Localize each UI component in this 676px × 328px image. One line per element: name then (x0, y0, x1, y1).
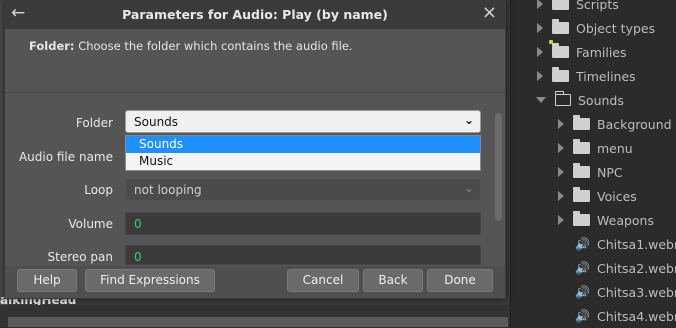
horizontal-scrollbar[interactable] (8, 317, 508, 327)
loop-label: Loop (84, 183, 113, 197)
dialog-title: Parameters for Audio: Play (by name) (122, 7, 388, 22)
parameter-description: Folder: Choose the folder which contains… (29, 39, 353, 53)
tree-item-menu[interactable]: menu (558, 136, 633, 160)
speaker-icon: 🔊 (575, 237, 590, 251)
chevron-right-icon[interactable] (558, 167, 564, 177)
folder-label: Folder (75, 116, 113, 130)
folder-dropdown-list: Sounds Music (125, 135, 481, 171)
dialog-footer: Help Find Expressions Cancel Back Done (5, 266, 505, 298)
tree-item-audio[interactable]: 🔊Chitsa4.webm (575, 304, 676, 328)
folder-icon (573, 187, 590, 202)
tree-item-audio[interactable]: 🔊Chitsa2.webm (575, 256, 676, 280)
tree-item-weapons[interactable]: Weapons (558, 208, 654, 232)
tree-item-object-types[interactable]: Object types (537, 16, 655, 40)
tree-item-background[interactable]: Background (558, 112, 672, 136)
tree-item-timelines[interactable]: Timelines (537, 64, 636, 88)
back-button[interactable]: Back (363, 269, 423, 292)
chevron-right-icon[interactable] (537, 0, 543, 9)
tree-item-voices[interactable]: Voices (558, 184, 637, 208)
folder-select[interactable]: Sounds ⌄ (125, 110, 481, 133)
tree-item-sounds[interactable]: Sounds (536, 88, 624, 112)
folder-icon (552, 19, 569, 34)
open-folder-icon (554, 90, 571, 106)
tree-item-audio[interactable]: 🔊Chitsa1.webm (575, 232, 676, 256)
dropdown-option-music[interactable]: Music (126, 153, 480, 170)
chevron-down-icon[interactable] (536, 97, 546, 103)
dialog-titlebar: ← Parameters for Audio: Play (by name) × (5, 1, 505, 29)
loop-select[interactable]: not looping ⌄ (125, 178, 481, 201)
close-icon[interactable]: × (482, 2, 497, 23)
audio-file-name-label: Audio file name (18, 150, 113, 164)
folder-icon (552, 0, 569, 10)
cancel-button[interactable]: Cancel (287, 269, 359, 292)
folder-icon (573, 139, 590, 154)
tree-item-audio[interactable]: 🔊Chitsa3.webm (575, 280, 676, 304)
speaker-icon: 🔊 (575, 309, 590, 323)
speaker-icon: 🔊 (575, 285, 590, 299)
chevron-right-icon[interactable] (558, 191, 564, 201)
chevron-down-icon: ⌄ (463, 113, 474, 127)
tree-item-families[interactable]: Families (537, 40, 627, 64)
volume-field[interactable]: 0 (125, 212, 481, 235)
tree-item-npc[interactable]: NPC (558, 160, 623, 184)
folder-icon (573, 115, 590, 130)
stereo-pan-label: Stereo pan (47, 250, 114, 264)
family-folder-icon (549, 40, 569, 58)
description-label: Folder: (29, 39, 75, 53)
chevron-right-icon[interactable] (558, 215, 564, 225)
chevron-right-icon[interactable] (537, 71, 543, 81)
project-tree: Scripts Object types Families Timelines … (510, 0, 676, 327)
done-button[interactable]: Done (427, 269, 493, 292)
speaker-icon: 🔊 (575, 261, 590, 275)
chevron-right-icon[interactable] (537, 23, 543, 33)
divider (5, 92, 505, 93)
event-sheet-bottom (0, 305, 510, 327)
stereo-pan-field[interactable]: 0 (125, 245, 481, 265)
find-expressions-button[interactable]: Find Expressions (85, 269, 215, 292)
vertical-scrollbar[interactable] (495, 113, 502, 221)
folder-icon (573, 211, 590, 226)
chevron-right-icon[interactable] (558, 143, 564, 153)
chevron-right-icon[interactable] (558, 119, 564, 129)
volume-label: Volume (68, 217, 113, 231)
tree-item-scripts[interactable]: Scripts (537, 0, 619, 16)
chevron-right-icon[interactable] (537, 47, 543, 57)
description-text: Choose the folder which contains the aud… (74, 39, 353, 53)
chevron-down-icon: ⌄ (463, 181, 474, 195)
folder-icon (552, 67, 569, 82)
folder-icon (573, 163, 590, 178)
parameters-dialog: ← Parameters for Audio: Play (by name) ×… (4, 0, 506, 299)
help-button[interactable]: Help (17, 269, 77, 292)
dropdown-option-sounds[interactable]: Sounds (126, 136, 480, 153)
